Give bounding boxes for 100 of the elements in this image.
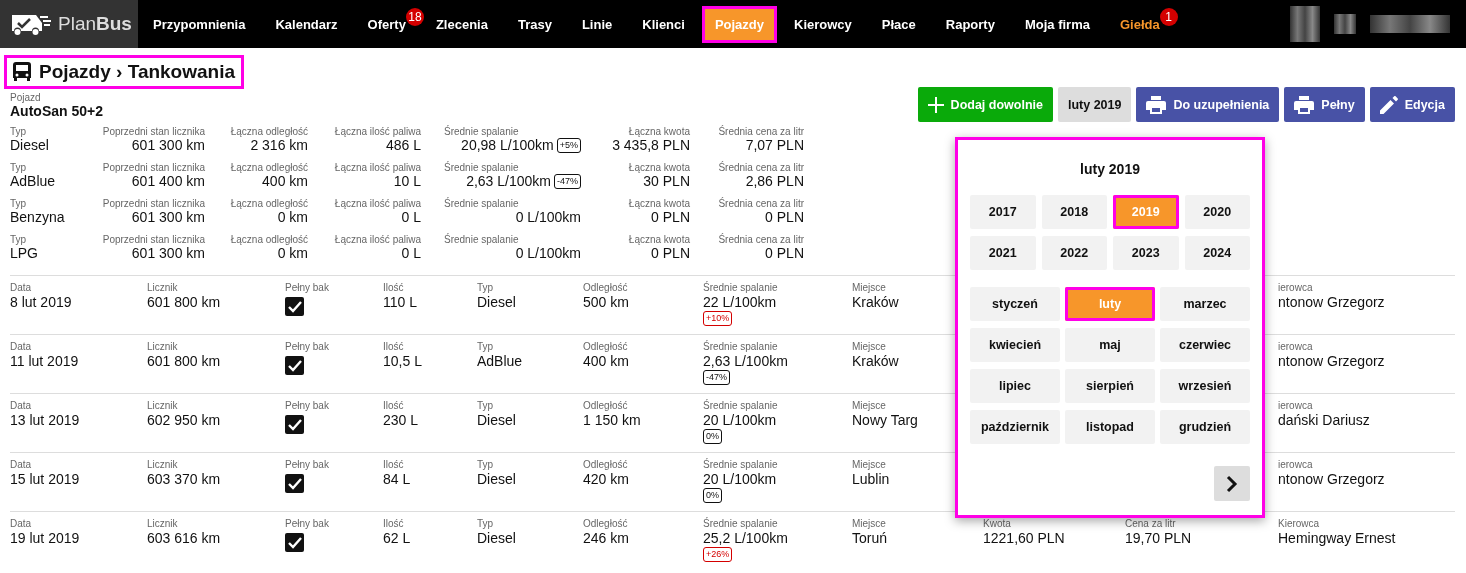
field-label: Licznik [147, 282, 178, 293]
period-button[interactable]: luty 2019 [1057, 87, 1132, 122]
field-label: Miejsce [852, 400, 886, 411]
field-label: Pełny bak [285, 282, 329, 293]
pixelated-avatar [1290, 6, 1320, 42]
field-label: Średnie spalanie [703, 341, 778, 352]
nav-item[interactable]: Raporty [932, 5, 1008, 43]
field-label: Łączna odległość [230, 198, 308, 209]
nav-item[interactable]: Kierowcy [781, 5, 865, 43]
nav-item[interactable]: Trasy [504, 5, 565, 43]
checkbox[interactable] [285, 356, 304, 375]
field-value: 20 L/100km [703, 412, 777, 428]
field-label: Łączna kwota [628, 234, 690, 245]
year-option[interactable]: 2017 [970, 195, 1036, 229]
field-value: 1 150 km [583, 412, 641, 428]
field-value: 22 L/100km [703, 294, 777, 310]
field-label: Odległość [583, 459, 628, 470]
field-value: 2 316 km [250, 137, 308, 153]
pencil-icon [1379, 95, 1398, 114]
field-value: ntonow Grzegorz [1278, 353, 1385, 369]
field-value: Nowy Targ [852, 412, 918, 428]
year-option[interactable]: 2024 [1184, 236, 1250, 270]
field-label: Łączna kwota [628, 162, 690, 173]
field-label: ierowca [1278, 459, 1313, 470]
nav-item[interactable]: Oferty 18 [354, 5, 425, 43]
month-option[interactable]: październik [970, 410, 1060, 444]
field-label: Łączna ilość paliwa [334, 198, 421, 209]
field-value: 603 616 km [147, 530, 221, 546]
print-button[interactable]: Do uzupełnienia [1136, 87, 1280, 122]
month-option[interactable]: styczeń [970, 287, 1060, 321]
edit-button[interactable]: Edycja [1369, 87, 1455, 122]
field-label: Łączna kwota [628, 126, 690, 137]
field-label: Średnie spalanie [703, 518, 778, 529]
month-option[interactable]: lipiec [970, 369, 1060, 403]
nav-item[interactable]: Giełda 1 [1106, 5, 1179, 43]
change-badge: -47% [554, 173, 581, 189]
field-label: Typ [10, 126, 27, 137]
nav-item[interactable]: Zlecenia [422, 5, 501, 43]
print-button[interactable]: Pełny [1284, 87, 1365, 122]
field-label: Pełny bak [285, 400, 329, 411]
nav-item[interactable]: Płace [868, 5, 929, 43]
month-option[interactable]: grudzień [1160, 410, 1250, 444]
picker-title: luty 2019 [1079, 161, 1141, 177]
nav-item[interactable]: Kalendarz [262, 5, 351, 43]
year-option[interactable]: 2018 [1041, 195, 1107, 229]
year-option[interactable]: 2020 [1184, 195, 1250, 229]
field-value: 0 PLN [765, 245, 804, 261]
field-value: 30 PLN [643, 173, 690, 189]
field-value: dański Dariusz [1278, 412, 1370, 428]
month-option[interactable]: wrzesień [1160, 369, 1250, 403]
nav-item[interactable]: Przypomnienia [140, 5, 259, 43]
field-value: 2,63 L/100km [466, 173, 551, 189]
nav-item[interactable]: Klienci [629, 5, 698, 43]
field-value: 7,07 PLN [745, 137, 804, 153]
field-label: Miejsce [852, 518, 886, 529]
field-value: 1221,60 PLN [983, 530, 1065, 546]
field-value: 19 lut 2019 [10, 530, 80, 546]
checkbox[interactable] [285, 474, 304, 493]
field-value: 62 L [383, 530, 411, 546]
checkbox[interactable] [285, 297, 304, 316]
field-label: Poprzedni stan licznika [102, 198, 205, 209]
field-label: Łączna odległość [230, 162, 308, 173]
field-value: Diesel [10, 137, 49, 153]
month-option[interactable]: kwiecień [970, 328, 1060, 362]
next-button[interactable] [1214, 466, 1250, 501]
checkbox[interactable] [285, 533, 304, 552]
nav-item[interactable]: Moja firma [1011, 5, 1103, 43]
field-label: Łączna odległość [230, 126, 308, 137]
field-value: 400 km [583, 353, 629, 369]
field-label: Średnie spalanie [703, 282, 778, 293]
checkbox[interactable] [285, 415, 304, 434]
field-value: 20,98 L/100km [461, 137, 554, 153]
month-option[interactable]: marzec [1160, 287, 1250, 321]
field-label: Typ [10, 234, 27, 245]
year-option[interactable]: 2022 [1041, 236, 1107, 270]
field-value: 0 PLN [651, 245, 690, 261]
year-option[interactable]: 2023 [1113, 236, 1179, 270]
field-label: Łączna odległość [230, 234, 308, 245]
field-value: 420 km [583, 471, 629, 487]
field-value: Diesel [477, 294, 516, 310]
chevron-right-icon [1226, 474, 1238, 493]
field-label: Kwota [983, 518, 1011, 529]
field-label: Łączna ilość paliwa [334, 126, 421, 137]
field-value: 0 PLN [651, 209, 690, 225]
field-value: Toruń [852, 530, 888, 546]
field-value: 2,86 PLN [745, 173, 804, 189]
field-label: Data [10, 518, 32, 529]
field-label: ierowca [1278, 400, 1313, 411]
year-option[interactable]: 2021 [970, 236, 1036, 270]
month-option[interactable]: listopad [1065, 410, 1155, 444]
nav-item[interactable]: Linie [568, 5, 626, 43]
plus-icon [927, 96, 944, 113]
field-label: Średnie spalanie [703, 400, 778, 411]
field-label: Miejsce [852, 282, 886, 293]
field-value: 3 435,8 PLN [612, 137, 690, 153]
field-label: Data [10, 282, 32, 293]
count-badge: 18 [405, 7, 424, 26]
month-option[interactable]: czerwiec [1160, 328, 1250, 362]
month-option[interactable]: maj [1065, 328, 1155, 362]
month-option[interactable]: sierpień [1065, 369, 1155, 403]
